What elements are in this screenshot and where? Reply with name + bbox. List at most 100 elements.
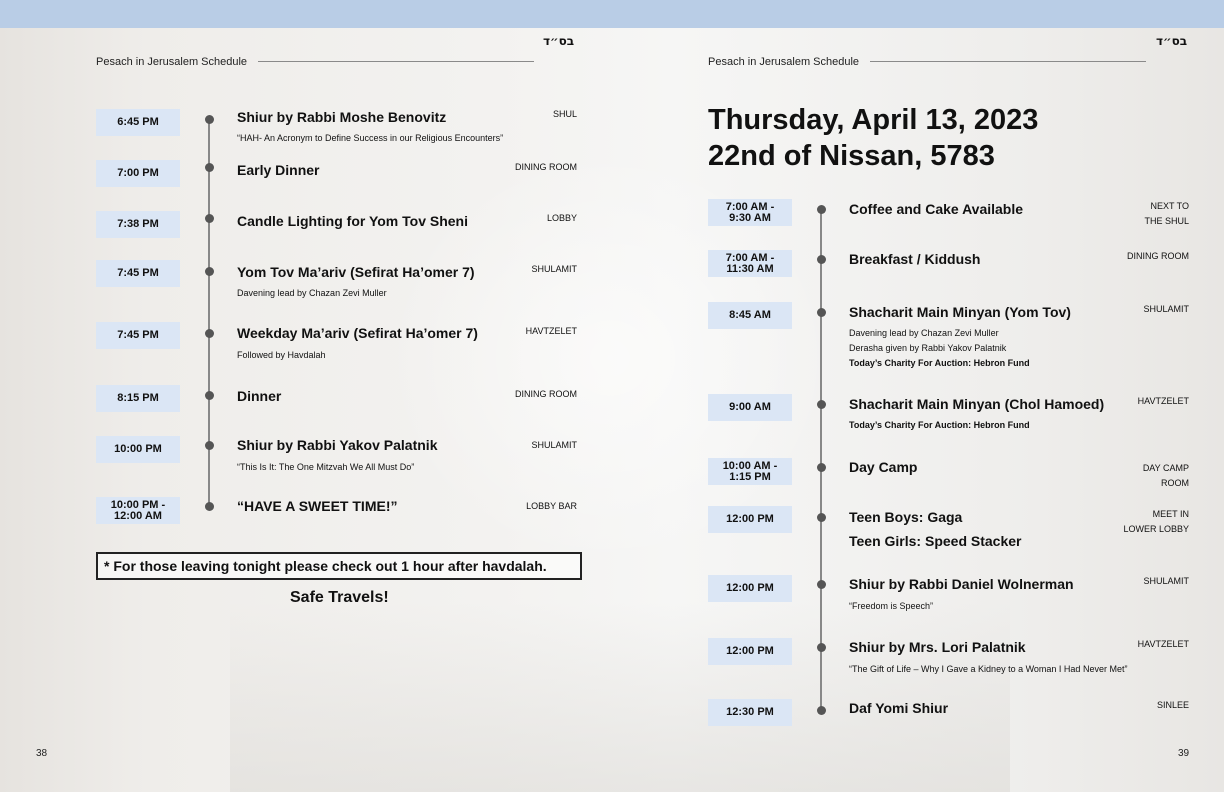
- schedule-header: Pesach in Jerusalem Schedule: [708, 56, 860, 68]
- time-end: 12:00 AM: [114, 509, 162, 522]
- time-end: 9:30 AM: [729, 211, 771, 224]
- location-line: ROOM: [1161, 478, 1189, 488]
- time-badge: 12:00 PM: [708, 638, 792, 665]
- event-location: DINING ROOM: [1127, 251, 1189, 261]
- timeline-dot: [817, 580, 826, 589]
- timeline-dot: [817, 463, 826, 472]
- event-note: Derasha given by Rabbi Yakov Palatnik: [849, 343, 1007, 353]
- event-location: SHULAMIT: [1143, 304, 1189, 314]
- timeline-dot: [205, 391, 214, 400]
- timeline-dot: [205, 115, 214, 124]
- hebrew-header: בס״ד: [1156, 34, 1188, 48]
- event-title: Shacharit Main Minyan (Chol Hamoed): [849, 396, 1105, 412]
- time-badge: 12:30 PM: [708, 699, 792, 726]
- event-title: Yom Tov Ma’ariv (Sefirat Ha’omer 7): [237, 264, 475, 280]
- time-start: 10:00 PM -: [110, 498, 166, 511]
- timeline-dot: [205, 163, 214, 172]
- event-location: MEET IN LOWER LOBBY: [1123, 507, 1189, 537]
- event-title: Daf Yomi Shiur: [849, 700, 949, 716]
- event-location: LOBBY: [546, 213, 577, 223]
- time-badge: 10:00 PM - 12:00 AM: [96, 497, 180, 524]
- event-title: Breakfast / Kiddush: [849, 251, 981, 267]
- time-badge: 9:00 AM: [708, 394, 792, 421]
- charity-note: Today’s Charity For Auction: Hebron Fund: [849, 358, 1030, 368]
- event-note: “The Gift of Life – Why I Gave a Kidney …: [849, 664, 1128, 674]
- location-line: MEET IN: [1152, 509, 1189, 519]
- timeline-dot: [817, 513, 826, 522]
- day-heading: Thursday, April 13, 2023 22nd of Nissan,…: [708, 102, 1038, 174]
- time-start: 7:00 AM -: [725, 200, 775, 213]
- location-line: DAY CAMP: [1142, 463, 1189, 473]
- time-badge: 12:00 PM: [708, 575, 792, 602]
- event-title: Shiur by Mrs. Lori Palatnik: [849, 639, 1026, 655]
- event-title: Shiur by Rabbi Yakov Palatnik: [237, 437, 438, 453]
- event-title: Shacharit Main Minyan (Yom Tov): [849, 304, 1071, 320]
- timeline-dot: [817, 706, 826, 715]
- right-page: בס״ד Pesach in Jerusalem Schedule Thursd…: [612, 28, 1224, 792]
- event-location: DAY CAMP ROOM: [1143, 461, 1189, 491]
- event-location: LOBBY BAR: [526, 501, 577, 511]
- event-title: Dinner: [237, 388, 282, 404]
- event-title: Candle Lighting for Yom Tov Sheni: [237, 213, 468, 229]
- time-badge: 7:45 PM: [96, 322, 180, 349]
- event-location: SHULAMIT: [1143, 576, 1189, 586]
- time-badge: 7:38 PM: [96, 211, 180, 238]
- page-number: 38: [36, 748, 48, 759]
- timeline-dot: [205, 502, 214, 511]
- header-rule: [870, 61, 1146, 62]
- timeline-dot: [817, 205, 826, 214]
- time-badge: 7:00 AM - 11:30 AM: [708, 250, 792, 277]
- time-badge: 10:00 AM - 1:15 PM: [708, 458, 792, 485]
- hebrew-date-line: 22nd of Nissan, 5783: [708, 140, 995, 172]
- left-page: בס״ד Pesach in Jerusalem Schedule 6:45 P…: [0, 28, 612, 792]
- event-title: Shiur by Rabbi Daniel Wolnerman: [849, 576, 1074, 592]
- timeline-dot: [817, 643, 826, 652]
- schedule-header: Pesach in Jerusalem Schedule: [96, 56, 248, 68]
- event-note: “This Is It: The One Mitzvah We All Must…: [237, 462, 415, 472]
- time-end: 1:15 PM: [729, 470, 771, 483]
- top-banner: [0, 0, 1224, 28]
- checkout-notice: * For those leaving tonight please check…: [96, 552, 582, 580]
- location-line: LOWER LOBBY: [1123, 524, 1189, 534]
- timeline-dot: [205, 329, 214, 338]
- timeline-dot: [817, 308, 826, 317]
- event-title: “HAVE A SWEET TIME!”: [237, 498, 398, 514]
- event-location: SHULAMIT: [531, 264, 577, 274]
- event-title-secondary: Teen Girls: Speed Stacker: [849, 533, 1022, 549]
- time-badge: 7:45 PM: [96, 260, 180, 287]
- event-title: Early Dinner: [237, 162, 320, 178]
- header-rule: [258, 61, 534, 62]
- event-location: DINING ROOM: [515, 389, 577, 399]
- event-title: Teen Boys: Gaga: [849, 509, 963, 525]
- timeline-dot: [817, 400, 826, 409]
- charity-note: Today’s Charity For Auction: Hebron Fund: [849, 420, 1030, 430]
- time-badge: 10:00 PM: [96, 436, 180, 463]
- time-badge: 8:45 AM: [708, 302, 792, 329]
- event-note: Davening lead by Chazan Zevi Muller: [849, 328, 999, 338]
- time-start: 10:00 AM -: [722, 459, 778, 472]
- event-location: SHULAMIT: [531, 440, 577, 450]
- time-start: 7:00 AM -: [725, 251, 775, 264]
- timeline-dot: [205, 214, 214, 223]
- event-title: Day Camp: [849, 459, 918, 475]
- event-location: NEXT TO THE SHUL: [1144, 199, 1189, 229]
- timeline-dot: [817, 255, 826, 264]
- page-number: 39: [1178, 748, 1190, 759]
- time-badge: 7:00 PM: [96, 160, 180, 187]
- time-badge: 7:00 AM - 9:30 AM: [708, 199, 792, 226]
- timeline-line: [820, 208, 822, 713]
- event-title: Weekday Ma’ariv (Sefirat Ha’omer 7): [237, 325, 478, 341]
- hebrew-header: בס״ד: [543, 34, 575, 48]
- event-title: Coffee and Cake Available: [849, 201, 1024, 217]
- time-badge: 12:00 PM: [708, 506, 792, 533]
- event-note: Followed by Havdalah: [237, 350, 326, 360]
- date-line: Thursday, April 13, 2023: [708, 104, 1039, 136]
- event-location: HAVTZELET: [525, 326, 577, 336]
- time-badge: 8:15 PM: [96, 385, 180, 412]
- timeline-dot: [205, 441, 214, 450]
- event-location: HAVTZELET: [1137, 396, 1189, 406]
- event-note: Davening lead by Chazan Zevi Muller: [237, 288, 387, 298]
- event-note: “Freedom is Speech”: [849, 601, 934, 611]
- location-line: NEXT TO: [1150, 201, 1189, 211]
- event-location: SINLEE: [1156, 700, 1189, 710]
